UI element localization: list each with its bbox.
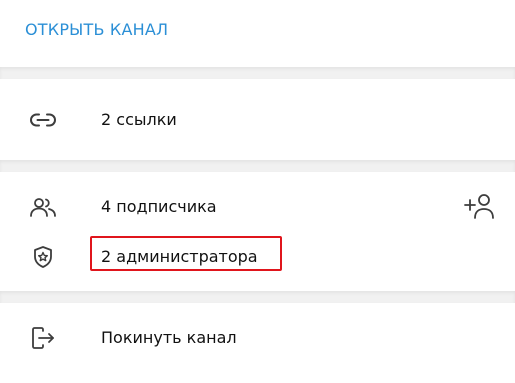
shield-star-icon	[28, 245, 58, 269]
leave-channel-row[interactable]: Покинуть канал	[0, 318, 515, 358]
leave-icon	[28, 326, 58, 350]
header-section: ОТКРЫТЬ КАНАЛ	[0, 0, 515, 67]
open-channel-button[interactable]: ОТКРЫТЬ КАНАЛ	[25, 20, 168, 39]
links-label: 2 ссылки	[101, 110, 177, 129]
section-divider	[0, 67, 515, 79]
admins-label: 2 администратора	[101, 247, 258, 266]
links-section: 2 ссылки	[0, 79, 515, 160]
admins-row[interactable]: 2 администратора	[0, 237, 515, 277]
links-row[interactable]: 2 ссылки	[0, 100, 515, 140]
link-icon	[28, 108, 58, 132]
members-section: 4 подписчика 2 администратора	[0, 172, 515, 291]
users-icon	[28, 195, 58, 219]
section-divider	[0, 160, 515, 172]
leave-section: Покинуть канал	[0, 303, 515, 383]
add-user-icon[interactable]	[463, 191, 497, 223]
leave-channel-label: Покинуть канал	[101, 328, 237, 347]
subscribers-label: 4 подписчика	[101, 197, 217, 216]
subscribers-row[interactable]: 4 подписчика	[0, 187, 515, 227]
section-divider	[0, 291, 515, 303]
